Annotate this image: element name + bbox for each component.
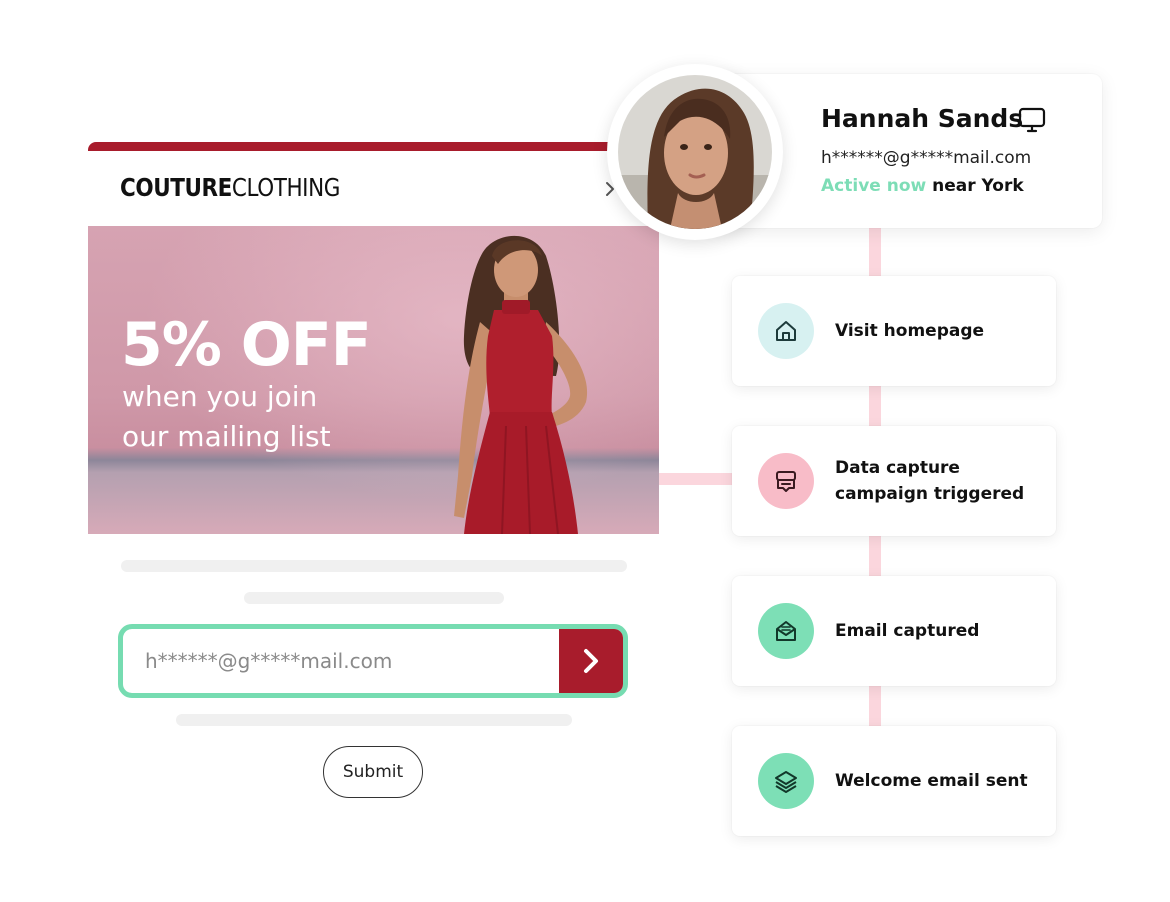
step-label-line: Data capture (835, 458, 960, 478)
placeholder-line (176, 714, 572, 726)
status-location-text: near York (932, 176, 1024, 196)
brand-logo[interactable]: COUTURECLOTHING (120, 173, 340, 202)
step-label: Data capture campaign triggered (835, 455, 1024, 507)
hero-subline-1: when you join (122, 380, 318, 413)
model-image (454, 235, 588, 534)
hero-subline-2: our mailing list (122, 420, 331, 453)
placeholder-line (121, 560, 627, 572)
journey-step-data-capture[interactable]: Data capture campaign triggered (732, 426, 1056, 536)
placeholder-line (244, 592, 504, 604)
profile-email: h******@g*****mail.com (821, 148, 1032, 168)
step-label-line: campaign triggered (835, 484, 1025, 504)
popup-message-icon (776, 471, 796, 492)
brand-top-bar (88, 142, 659, 151)
hero-banner[interactable]: 5% OFF when you join our mailing list (88, 226, 659, 534)
journey-connector-horizontal (659, 473, 733, 485)
hero-headline: 5% OFF (121, 310, 372, 380)
logo-light-text: CLOTHING (231, 173, 341, 202)
step-label: Email captured (835, 621, 980, 641)
email-signup-form (118, 624, 628, 698)
site-header: COUTURECLOTHING (88, 151, 659, 226)
logo-bold-text: COUTURE (120, 173, 232, 202)
stack-layers-icon (775, 771, 797, 793)
profile-name: Hannah Sands (821, 104, 1024, 133)
envelope-open-icon (776, 621, 796, 641)
journey-step-visit-homepage[interactable]: Visit homepage (732, 276, 1056, 386)
email-input[interactable] (145, 629, 555, 693)
avatar (618, 75, 772, 229)
step-icon-circle (758, 753, 814, 809)
website-mockup: COUTURECLOTHING 5% OFF when you join our… (88, 142, 659, 842)
profile-avatar[interactable] (607, 64, 783, 240)
journey-step-email-captured[interactable]: Email captured (732, 576, 1056, 686)
submit-button[interactable]: Submit (323, 746, 423, 798)
home-icon (776, 321, 796, 341)
desktop-icon (1018, 107, 1046, 133)
status-active-text: Active now (821, 176, 927, 196)
profile-status: Active now near York (821, 176, 1024, 196)
step-icon-circle (758, 303, 814, 359)
chevron-right-icon (584, 649, 598, 673)
email-submit-arrow-button[interactable] (559, 629, 623, 693)
step-label: Visit homepage (835, 321, 985, 341)
step-icon-circle (758, 453, 814, 509)
step-label: Welcome email sent (835, 771, 1028, 791)
step-icon-circle (758, 603, 814, 659)
journey-step-welcome-email[interactable]: Welcome email sent (732, 726, 1056, 836)
